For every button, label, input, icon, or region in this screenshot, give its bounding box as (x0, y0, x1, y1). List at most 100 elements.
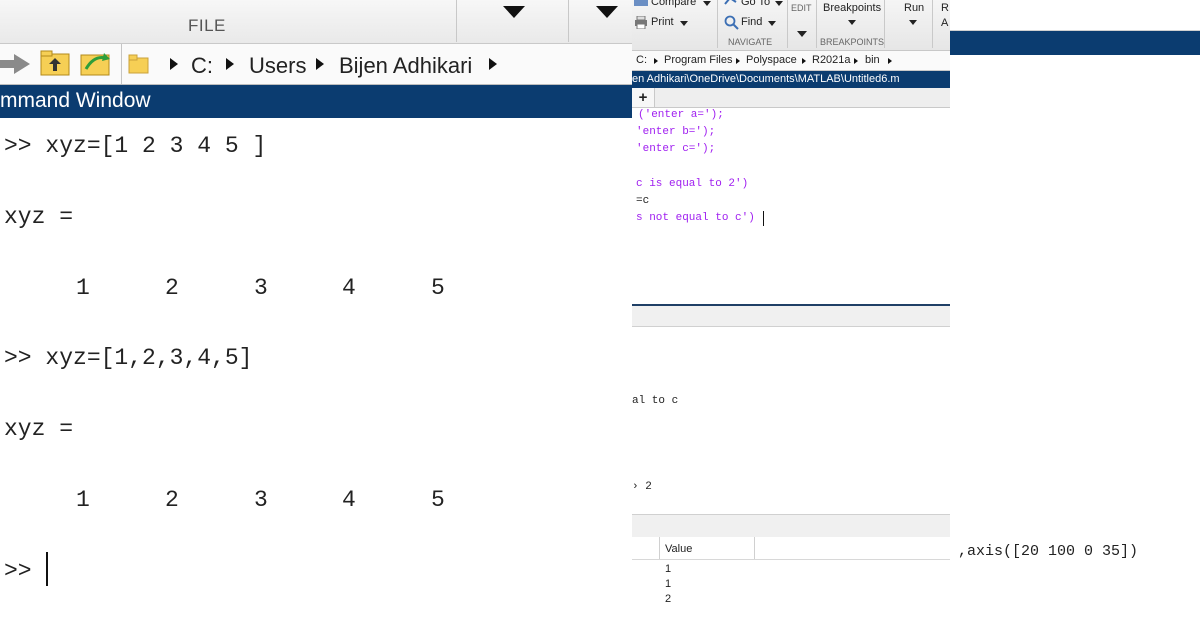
output-value: 4 (342, 487, 356, 513)
command-window-titlebar: mmand Window (0, 85, 632, 118)
print-button[interactable]: Print (651, 16, 674, 28)
chevron-right-icon[interactable] (654, 58, 658, 64)
address-folder[interactable]: Polyspace (746, 54, 797, 66)
run-button[interactable]: Run (904, 2, 924, 14)
right-toolbar (950, 0, 1200, 31)
address-drive[interactable]: C: (191, 53, 213, 79)
chevron-down-icon[interactable] (768, 21, 776, 26)
workspace-header (632, 514, 950, 538)
chevron-down-icon[interactable] (909, 20, 917, 25)
output-variable-label: xyz = (4, 416, 74, 442)
output-value: 5 (431, 487, 445, 513)
code-fragment: ,axis([20 100 0 35]) (958, 543, 1139, 560)
text-caret (46, 552, 48, 586)
output-variable-label: xyz = (4, 204, 74, 230)
address-separator (121, 44, 122, 84)
workspace-value[interactable]: 1 (665, 563, 671, 575)
editor-ribbon: Compare Print Go To Find NAVIGATE EDIT B… (632, 0, 950, 51)
workspace-value[interactable]: 1 (665, 578, 671, 590)
command-line: >> xyz=[1,2,3,4,5] (4, 345, 253, 371)
ribbon-separator (787, 0, 788, 48)
expand-dropdown-icon[interactable] (596, 6, 618, 18)
editor-address-bar: C: Program Files Polyspace R2021a bin (632, 51, 950, 71)
chevron-right-icon[interactable] (489, 58, 497, 70)
address-folder[interactable]: Program Files (664, 54, 732, 66)
ribbon-truncated-label[interactable]: A (941, 17, 948, 29)
output-value: 2 (165, 275, 179, 301)
output-value: 1 (76, 275, 90, 301)
right-titlebar (950, 31, 1200, 55)
navigate-group-label: NAVIGATE (728, 37, 773, 47)
chevron-right-icon[interactable] (888, 58, 892, 64)
address-folder-user[interactable]: Bijen Adhikari (339, 53, 472, 79)
chevron-down-icon[interactable] (703, 1, 711, 6)
chevron-down-icon[interactable] (775, 1, 783, 6)
chevron-right-icon[interactable] (316, 58, 324, 70)
address-folder[interactable]: R2021a (812, 54, 851, 66)
toolstrip-separator (456, 0, 457, 42)
back-arrow-icon[interactable] (0, 52, 34, 76)
expand-dropdown-icon[interactable] (503, 6, 525, 18)
ribbon-separator (932, 0, 933, 48)
browse-folder-icon[interactable] (80, 49, 112, 77)
output-value: 3 (254, 487, 268, 513)
chevron-right-icon[interactable] (854, 58, 858, 64)
editor-file-path: en Adhikari\OneDrive\Documents\MATLAB\Un… (632, 73, 900, 85)
goto-icon (724, 0, 737, 5)
chevron-down-icon[interactable] (797, 31, 807, 37)
output-value: 3 (254, 275, 268, 301)
column-separator[interactable] (754, 537, 755, 559)
file-section-label: FILE (188, 16, 226, 35)
output-value: 1 (76, 487, 90, 513)
command-line: >> xyz=[1 2 3 4 5 ] (4, 133, 267, 159)
search-icon (724, 15, 739, 30)
editor-tab-bar: + (632, 88, 950, 108)
chevron-right-icon[interactable] (736, 58, 740, 64)
ribbon-separator (717, 0, 718, 48)
code-line[interactable]: 'enter b='); (636, 126, 715, 138)
value-column-header[interactable]: Value (665, 543, 692, 555)
right-panel: ,axis([20 100 0 35]) (950, 0, 1200, 630)
chevron-right-icon[interactable] (226, 58, 234, 70)
code-line[interactable]: s not equal to c') (636, 212, 755, 224)
code-line[interactable]: =c (636, 195, 649, 207)
output-line: al to c (632, 395, 679, 407)
chevron-right-icon[interactable] (170, 58, 178, 70)
command-prompt[interactable]: >> (4, 558, 32, 584)
command-window-title: mmand Window (0, 89, 151, 112)
address-folder[interactable]: bin (865, 54, 880, 66)
compare-button[interactable]: Compare (651, 0, 696, 8)
chevron-down-icon[interactable] (848, 20, 856, 25)
folder-icon (128, 54, 149, 74)
up-folder-icon[interactable] (40, 49, 72, 77)
chevron-down-icon[interactable] (680, 21, 688, 26)
output-line: › 2 (632, 481, 652, 493)
ribbon-truncated-label[interactable]: R (941, 2, 949, 14)
code-line[interactable]: ('enter a='); (638, 109, 724, 121)
toolstrip: FILE (0, 0, 632, 44)
workspace-value[interactable]: 2 (665, 593, 671, 605)
ribbon-separator (816, 0, 817, 48)
output-value: 2 (165, 487, 179, 513)
code-line[interactable]: 'enter c='); (636, 143, 715, 155)
command-window-panel: FILE C: Users Bijen Adhikari mmand Windo… (0, 0, 632, 630)
print-icon (635, 16, 647, 29)
workspace-columns: Value (632, 537, 950, 560)
chevron-right-icon[interactable] (802, 58, 806, 64)
column-separator[interactable] (659, 537, 660, 559)
editor-panel: Compare Print Go To Find NAVIGATE EDIT B… (632, 0, 950, 630)
address-bar: C: Users Bijen Adhikari (0, 44, 632, 85)
output-value: 4 (342, 275, 356, 301)
compare-icon (634, 0, 648, 6)
toolstrip-separator (568, 0, 569, 42)
breakpoints-button[interactable]: Breakpoints (823, 2, 881, 14)
goto-button[interactable]: Go To (741, 0, 770, 8)
edit-group-label: EDIT (791, 3, 812, 13)
find-button[interactable]: Find (741, 16, 762, 28)
address-folder-users[interactable]: Users (249, 53, 306, 79)
code-line[interactable]: c is equal to 2') (636, 178, 748, 190)
new-tab-button[interactable]: + (632, 88, 655, 107)
command-window-header (632, 306, 950, 327)
ribbon-separator (884, 0, 885, 48)
address-drive[interactable]: C: (636, 54, 647, 66)
